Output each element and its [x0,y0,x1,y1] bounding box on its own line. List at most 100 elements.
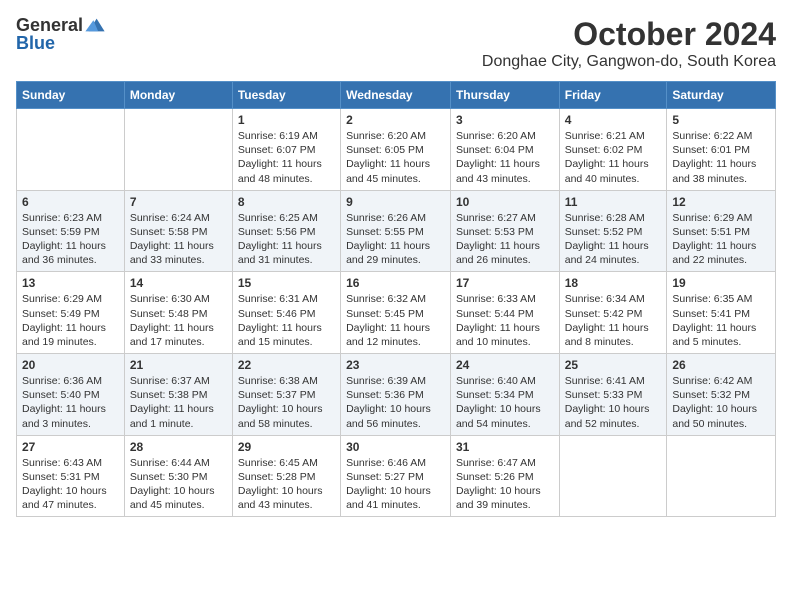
day-number: 10 [456,195,554,209]
calendar-cell: 13 Sunrise: 6:29 AM Sunset: 5:49 PM Dayli… [17,272,125,354]
day-info: Sunrise: 6:28 AM Sunset: 5:52 PM Dayligh… [565,211,662,268]
day-number: 19 [672,276,770,290]
calendar-cell: 6 Sunrise: 6:23 AM Sunset: 5:59 PM Daylig… [17,190,125,272]
day-info: Sunrise: 6:20 AM Sunset: 6:05 PM Dayligh… [346,129,445,186]
day-number: 8 [238,195,335,209]
day-info: Sunrise: 6:39 AM Sunset: 5:36 PM Dayligh… [346,374,445,431]
logo-general: General [16,16,83,34]
day-number: 22 [238,358,335,372]
day-info: Sunrise: 6:31 AM Sunset: 5:46 PM Dayligh… [238,292,335,349]
header: General Blue October 2024 Donghae City, … [16,16,776,71]
calendar-cell: 28 Sunrise: 6:44 AM Sunset: 5:30 PM Dayli… [124,435,232,517]
calendar-week-row: 13 Sunrise: 6:29 AM Sunset: 5:49 PM Dayli… [17,272,776,354]
day-number: 23 [346,358,445,372]
calendar-cell: 31Sunrise: 6:47 AM Sunset: 5:26 PM Dayli… [450,435,559,517]
calendar-cell: 25Sunrise: 6:41 AM Sunset: 5:33 PM Dayli… [559,354,667,436]
day-info: Sunrise: 6:19 AM Sunset: 6:07 PM Dayligh… [238,129,335,186]
day-info: Sunrise: 6:42 AM Sunset: 5:32 PM Dayligh… [672,374,770,431]
day-number: 31 [456,440,554,454]
header-day-thursday: Thursday [450,82,559,109]
day-number: 1 [238,113,335,127]
header-day-tuesday: Tuesday [232,82,340,109]
day-info: Sunrise: 6:29 AM Sunset: 5:51 PM Dayligh… [672,211,770,268]
day-info: Sunrise: 6:44 AM Sunset: 5:30 PM Dayligh… [130,456,227,513]
day-number: 11 [565,195,662,209]
calendar-cell: 26 Sunrise: 6:42 AM Sunset: 5:32 PM Dayli… [667,354,776,436]
calendar-cell [124,109,232,191]
day-number: 3 [456,113,554,127]
calendar-week-row: 6 Sunrise: 6:23 AM Sunset: 5:59 PM Daylig… [17,190,776,272]
day-info: Sunrise: 6:21 AM Sunset: 6:02 PM Dayligh… [565,129,662,186]
day-number: 20 [22,358,119,372]
day-number: 26 [672,358,770,372]
calendar-cell: 4 Sunrise: 6:21 AM Sunset: 6:02 PM Daylig… [559,109,667,191]
calendar-cell: 23 Sunrise: 6:39 AM Sunset: 5:36 PM Dayli… [341,354,451,436]
calendar-cell: 17 Sunrise: 6:33 AM Sunset: 5:44 PM Dayli… [450,272,559,354]
day-number: 18 [565,276,662,290]
calendar-cell: 10 Sunrise: 6:27 AM Sunset: 5:53 PM Dayli… [450,190,559,272]
calendar-week-row: 20 Sunrise: 6:36 AM Sunset: 5:40 PM Dayli… [17,354,776,436]
calendar-cell: 11 Sunrise: 6:28 AM Sunset: 5:52 PM Dayli… [559,190,667,272]
day-info: Sunrise: 6:26 AM Sunset: 5:55 PM Dayligh… [346,211,445,268]
calendar-week-row: 27Sunrise: 6:43 AM Sunset: 5:31 PM Dayli… [17,435,776,517]
calendar-cell: 30 Sunrise: 6:46 AM Sunset: 5:27 PM Dayli… [341,435,451,517]
calendar-cell [667,435,776,517]
day-number: 2 [346,113,445,127]
day-info: Sunrise: 6:45 AM Sunset: 5:28 PM Dayligh… [238,456,335,513]
day-info: Sunrise: 6:38 AM Sunset: 5:37 PM Dayligh… [238,374,335,431]
day-number: 29 [238,440,335,454]
day-number: 25 [565,358,662,372]
header-day-saturday: Saturday [667,82,776,109]
day-number: 6 [22,195,119,209]
calendar-title: October 2024 [482,16,776,53]
day-number: 28 [130,440,227,454]
calendar-cell: 22 Sunrise: 6:38 AM Sunset: 5:37 PM Dayli… [232,354,340,436]
day-info: Sunrise: 6:46 AM Sunset: 5:27 PM Dayligh… [346,456,445,513]
header-day-monday: Monday [124,82,232,109]
day-number: 17 [456,276,554,290]
calendar-cell: 9 Sunrise: 6:26 AM Sunset: 5:55 PM Daylig… [341,190,451,272]
calendar-cell: 8 Sunrise: 6:25 AM Sunset: 5:56 PM Daylig… [232,190,340,272]
day-info: Sunrise: 6:23 AM Sunset: 5:59 PM Dayligh… [22,211,119,268]
calendar-cell: 1 Sunrise: 6:19 AM Sunset: 6:07 PM Daylig… [232,109,340,191]
day-number: 9 [346,195,445,209]
logo: General Blue [16,16,105,52]
title-area: October 2024 Donghae City, Gangwon-do, S… [482,16,776,71]
calendar-week-row: 1 Sunrise: 6:19 AM Sunset: 6:07 PM Daylig… [17,109,776,191]
day-number: 24 [456,358,554,372]
day-info: Sunrise: 6:24 AM Sunset: 5:58 PM Dayligh… [130,211,227,268]
calendar-cell: 19 Sunrise: 6:35 AM Sunset: 5:41 PM Dayli… [667,272,776,354]
calendar-cell: 15Sunrise: 6:31 AM Sunset: 5:46 PM Dayli… [232,272,340,354]
logo-blue: Blue [16,34,55,52]
calendar-subtitle: Donghae City, Gangwon-do, South Korea [482,53,776,71]
day-info: Sunrise: 6:29 AM Sunset: 5:49 PM Dayligh… [22,292,119,349]
calendar-cell: 14Sunrise: 6:30 AM Sunset: 5:48 PM Dayli… [124,272,232,354]
calendar-cell: 18 Sunrise: 6:34 AM Sunset: 5:42 PM Dayli… [559,272,667,354]
day-info: Sunrise: 6:40 AM Sunset: 5:34 PM Dayligh… [456,374,554,431]
day-number: 27 [22,440,119,454]
day-info: Sunrise: 6:20 AM Sunset: 6:04 PM Dayligh… [456,129,554,186]
header-day-friday: Friday [559,82,667,109]
day-number: 7 [130,195,227,209]
day-number: 5 [672,113,770,127]
calendar-cell: 16Sunrise: 6:32 AM Sunset: 5:45 PM Dayli… [341,272,451,354]
day-info: Sunrise: 6:37 AM Sunset: 5:38 PM Dayligh… [130,374,227,431]
day-info: Sunrise: 6:35 AM Sunset: 5:41 PM Dayligh… [672,292,770,349]
calendar-cell: 5Sunrise: 6:22 AM Sunset: 6:01 PM Daylig… [667,109,776,191]
calendar-cell: 24 Sunrise: 6:40 AM Sunset: 5:34 PM Dayli… [450,354,559,436]
header-day-wednesday: Wednesday [341,82,451,109]
day-info: Sunrise: 6:25 AM Sunset: 5:56 PM Dayligh… [238,211,335,268]
calendar-cell [559,435,667,517]
day-number: 21 [130,358,227,372]
day-info: Sunrise: 6:33 AM Sunset: 5:44 PM Dayligh… [456,292,554,349]
day-number: 30 [346,440,445,454]
day-number: 14 [130,276,227,290]
calendar-cell: 12Sunrise: 6:29 AM Sunset: 5:51 PM Dayli… [667,190,776,272]
day-number: 13 [22,276,119,290]
day-info: Sunrise: 6:34 AM Sunset: 5:42 PM Dayligh… [565,292,662,349]
calendar-cell: 2 Sunrise: 6:20 AM Sunset: 6:05 PM Daylig… [341,109,451,191]
day-info: Sunrise: 6:27 AM Sunset: 5:53 PM Dayligh… [456,211,554,268]
day-number: 4 [565,113,662,127]
header-day-sunday: Sunday [17,82,125,109]
day-info: Sunrise: 6:36 AM Sunset: 5:40 PM Dayligh… [22,374,119,431]
